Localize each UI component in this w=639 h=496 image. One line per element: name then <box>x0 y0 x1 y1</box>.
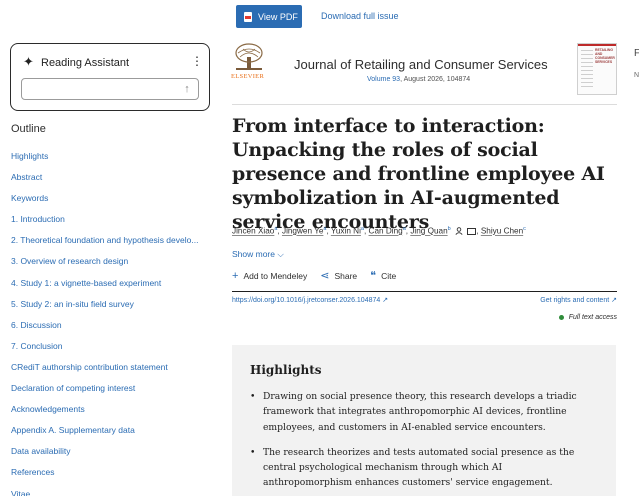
cover-band <box>578 44 616 46</box>
outline-item[interactable]: Vitae <box>11 488 211 496</box>
access-label: Full text access <box>568 314 617 321</box>
share-label: Share <box>334 271 358 281</box>
author-link[interactable]: Jingwen Ye <box>282 227 323 236</box>
outline-item[interactable]: 6. Discussion <box>11 319 211 340</box>
outline-item[interactable]: 3. Overview of research design <box>11 255 211 276</box>
highlights-list: Drawing on social presence theory, this … <box>250 389 590 496</box>
highlights-section: Highlights Drawing on social presence th… <box>232 345 616 496</box>
share-button[interactable]: ⋖ Share <box>320 270 358 282</box>
affiliation-marker[interactable]: a <box>403 226 406 232</box>
journal-title-link[interactable]: Journal of Retailing and Consumer Servic… <box>294 57 548 72</box>
more-options-icon[interactable]: ⋮ <box>191 55 203 67</box>
outline-item[interactable]: References <box>11 466 211 487</box>
journal-cover-thumbnail[interactable]: RETAILING AND CONSUMER SERVICES <box>577 43 617 95</box>
volume-link[interactable]: Volume 93 <box>367 76 400 83</box>
author-link[interactable]: Jing Quan <box>410 227 447 236</box>
corresponding-author-icon <box>455 226 463 235</box>
cut-off-letter: F <box>634 48 639 59</box>
highlight-item: Drawing on social presence theory, this … <box>250 389 590 435</box>
divider <box>232 104 617 105</box>
outline-item[interactable]: CRediT authorship contribution statement <box>11 361 211 382</box>
outline-item[interactable]: Declaration of competing interest <box>11 382 211 403</box>
top-toolbar: View PDF Download full issue <box>0 0 639 36</box>
rights-text: Get rights and content <box>540 297 610 304</box>
quote-icon: ❝ <box>370 270 377 282</box>
chevron-down-icon: ⌵ <box>277 249 284 259</box>
journal-issue-info: Volume 93, August 2026, 104874 <box>367 76 470 83</box>
outline-item[interactable]: 7. Conclusion <box>11 340 211 361</box>
rights-link[interactable]: Get rights and content ↗ <box>540 296 617 304</box>
divider <box>232 291 617 292</box>
view-pdf-label: View PDF <box>258 11 298 22</box>
outline-item[interactable]: Appendix A. Supplementary data <box>11 424 211 445</box>
show-more-button[interactable]: Show more ⌵ <box>232 249 284 260</box>
share-icon: ⋖ <box>320 270 330 282</box>
outline-item[interactable]: Data availability <box>11 445 211 466</box>
cite-label: Cite <box>381 271 397 281</box>
outline-item[interactable]: 1. Introduction <box>11 213 211 234</box>
affiliation-marker[interactable]: a <box>323 226 326 232</box>
email-icon[interactable] <box>467 227 477 235</box>
reading-assistant-title: Reading Assistant <box>41 57 130 69</box>
outline-item[interactable]: 4. Study 1: a vignette-based experiment <box>11 277 211 298</box>
article-actions: + Add to Mendeley ⋖ Share ❝ Cite <box>232 270 409 282</box>
outline-item[interactable]: Highlights <box>11 150 211 171</box>
highlights-heading: Highlights <box>250 363 322 377</box>
issue-date: , August 2026, 104874 <box>400 76 471 83</box>
doi-text: https://doi.org/10.1016/j.jretconser.202… <box>232 297 381 304</box>
doi-link[interactable]: https://doi.org/10.1016/j.jretconser.202… <box>232 296 388 304</box>
author-list: Jincen Xiaoa, Jingwen Yea, Yuxin Nia, Ca… <box>232 226 526 236</box>
author-link[interactable]: Can Ding <box>369 227 403 236</box>
plus-icon: + <box>232 270 239 282</box>
reading-assistant-panel: ✦ Reading Assistant ⋮ ↑ <box>10 43 210 111</box>
mendeley-label: Add to Mendeley <box>243 271 308 281</box>
pdf-icon <box>244 11 252 22</box>
author-link[interactable]: Yuxin Ni <box>331 227 361 236</box>
add-to-mendeley-button[interactable]: + Add to Mendeley <box>232 270 308 282</box>
cut-off-letter: N <box>634 72 639 79</box>
outline-item[interactable]: 2. Theoretical foundation and hypothesis… <box>11 234 211 255</box>
outline-heading: Outline <box>11 123 46 135</box>
send-arrow-icon[interactable]: ↑ <box>180 82 194 96</box>
affiliation-marker[interactable]: a <box>361 226 364 232</box>
sparkle-icon: ✦ <box>23 54 34 69</box>
cover-lines <box>581 50 593 90</box>
outline-list: Highlights Abstract Keywords 1. Introduc… <box>11 150 211 496</box>
author-link[interactable]: Jincen Xiao <box>232 227 274 236</box>
author-link[interactable]: Shiyu Chen <box>481 227 523 236</box>
affiliation-marker[interactable]: a <box>274 226 277 232</box>
outline-item[interactable]: Keywords <box>11 192 211 213</box>
cover-title: RETAILING AND CONSUMER SERVICES <box>595 48 615 64</box>
affiliation-marker[interactable]: b <box>448 226 451 232</box>
elsevier-tree-icon <box>235 43 263 70</box>
outline-item[interactable]: Acknowledgements <box>11 403 211 424</box>
download-full-issue-link[interactable]: Download full issue <box>321 11 399 21</box>
external-link-icon: ↗ <box>382 297 389 304</box>
elsevier-logo[interactable]: ELSEVIER <box>231 43 267 83</box>
affiliation-marker[interactable]: c <box>523 226 526 232</box>
access-status: Full text access <box>558 314 617 321</box>
view-pdf-button[interactable]: View PDF <box>236 5 302 28</box>
external-link-icon: ↗ <box>611 297 617 304</box>
highlight-item: The research theorizes and tests automat… <box>250 445 590 491</box>
cite-button[interactable]: ❝ Cite <box>370 270 397 282</box>
show-more-label: Show more <box>232 249 275 259</box>
outline-item[interactable]: 5. Study 2: an in-situ field survey <box>11 298 211 319</box>
elsevier-wordmark: ELSEVIER <box>231 73 265 80</box>
outline-item[interactable]: Abstract <box>11 171 211 192</box>
access-dot-icon <box>558 315 564 320</box>
assistant-input[interactable]: ↑ <box>21 78 199 100</box>
article-title: From interface to interaction: Unpacking… <box>232 115 605 233</box>
